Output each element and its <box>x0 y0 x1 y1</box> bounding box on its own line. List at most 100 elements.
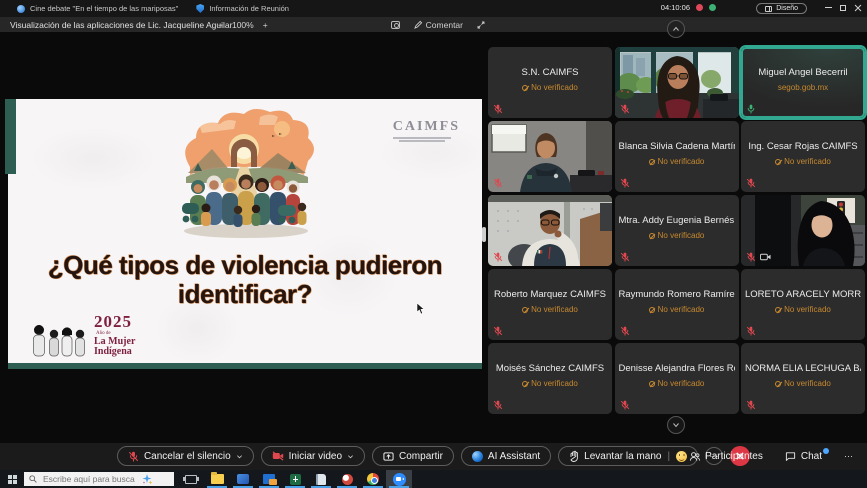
zoom-app-icon <box>393 473 406 486</box>
participant-tile[interactable]: S.N. CAIMFS No verificado <box>488 47 612 118</box>
participant-tile[interactable]: Moisés Sánchez CAIMFSNo verificado <box>488 343 612 414</box>
not-verified-icon <box>649 233 655 239</box>
participant-tile[interactable]: Miguel Angel Becerrilsegob.gob.mx <box>741 47 865 118</box>
participant-tile[interactable]: Ing. Cesar Rojas CAIMFS No verificado <box>741 121 865 192</box>
mic-muted-icon <box>746 252 756 262</box>
meeting-status-indicators: 04:10:06 <box>661 3 716 12</box>
chevron-down-icon <box>672 421 680 429</box>
participant-tile[interactable]: Roberto Marquez CAIMFSNo verificado <box>488 269 612 340</box>
mic-muted-icon <box>493 178 503 188</box>
participant-name: Mtra. Addy Eugenia Bernés ... <box>619 215 735 226</box>
close-button[interactable] <box>851 0 865 15</box>
participant-tile[interactable] <box>488 121 612 192</box>
raise-hand-button[interactable]: Levantar la mano | <box>558 446 698 466</box>
start-button[interactable] <box>0 470 24 488</box>
participant-status: No verificado <box>492 83 608 92</box>
participant-name: Ing. Cesar Rojas CAIMFS <box>745 141 861 152</box>
chrome-icon <box>367 473 379 485</box>
participant-tile[interactable]: LORETO ARACELY MORRIS ...No verificado <box>741 269 865 340</box>
folder-icon <box>211 474 224 484</box>
participant-name: S.N. CAIMFS <box>492 67 608 78</box>
participant-status: No verificado <box>619 157 735 166</box>
ai-assistant-button[interactable]: AI Assistant <box>461 446 551 466</box>
mic-muted-icon <box>746 178 756 188</box>
outlook-button[interactable] <box>256 470 282 488</box>
zoom-out-button[interactable]: − <box>218 20 223 30</box>
maximize-button[interactable] <box>836 0 850 15</box>
notes-app-button[interactable] <box>308 470 334 488</box>
shared-slide: CAIMFS <box>8 99 482 369</box>
slide-title: ¿Qué tipos de violencia pudieron identif… <box>8 251 482 309</box>
windows-taskbar: 02:34 p. m. 05/12/2025 21 <box>0 470 867 488</box>
design-view-button[interactable]: Diseño <box>756 3 807 14</box>
app-red-button[interactable] <box>334 470 360 488</box>
participant-tile[interactable] <box>488 195 612 266</box>
fullscreen-icon[interactable] <box>477 21 485 29</box>
participant-tile[interactable] <box>615 47 739 118</box>
search-input[interactable] <box>41 473 137 485</box>
participant-tile[interactable]: Raymundo Romero Ramírez...No verificado <box>615 269 739 340</box>
mic-muted-icon <box>620 178 630 188</box>
participant-name: Blanca Silvia Cadena Martíne... <box>619 141 735 152</box>
participants-button[interactable]: Participantes <box>689 451 763 462</box>
connection-indicator-icon <box>709 4 716 11</box>
annotate-button[interactable]: Comentar <box>414 20 463 30</box>
ai-assistant-icon <box>472 451 483 462</box>
participants-icon <box>689 451 700 462</box>
panel-scrollbar[interactable] <box>482 227 486 242</box>
not-verified-icon <box>522 381 528 387</box>
meeting-info-tab[interactable]: Información de Reunión <box>209 4 289 13</box>
participant-tile[interactable]: Blanca Silvia Cadena Martíne... No verifi… <box>615 121 739 192</box>
excel-button[interactable] <box>282 470 308 488</box>
chrome-button[interactable] <box>360 470 386 488</box>
participants-grid: S.N. CAIMFS No verificado Miguel Angel Be… <box>488 47 865 414</box>
participant-tile[interactable] <box>741 195 865 266</box>
slide-illustration <box>160 105 328 255</box>
zoom-in-button[interactable]: + <box>263 20 268 30</box>
toolbar-more-button[interactable]: ⋯ <box>844 451 853 462</box>
mic-muted-icon <box>493 400 503 410</box>
not-verified-icon <box>775 381 781 387</box>
chevron-down-icon[interactable] <box>347 453 354 460</box>
meeting-window: Cine debate "En el tiempo de las maripos… <box>0 0 867 488</box>
task-view-button[interactable] <box>178 470 204 488</box>
participant-tile[interactable]: NORMA ELIA LECHUGA BAS...No verificado <box>741 343 865 414</box>
annotate-label: Comentar <box>426 20 463 30</box>
not-verified-icon <box>649 381 655 387</box>
not-verified-icon <box>649 159 655 165</box>
slide-title-line2: identificar? <box>8 280 482 309</box>
app-blue-button[interactable] <box>230 470 256 488</box>
webcam-video <box>615 47 739 118</box>
mic-muted-icon <box>746 400 756 410</box>
participant-tile[interactable]: Mtra. Addy Eugenia Bernés ...No verifica… <box>615 195 739 266</box>
participant-name: LORETO ARACELY MORRIS ... <box>745 289 861 300</box>
chevron-down-icon[interactable] <box>236 453 243 460</box>
file-explorer-button[interactable] <box>204 470 230 488</box>
collapse-videos-button[interactable] <box>667 20 685 38</box>
slide-title-line1: ¿Qué tipos de violencia pudieron <box>8 251 482 280</box>
mic-muted-icon <box>620 400 630 410</box>
chat-button[interactable]: Chat <box>785 451 822 462</box>
chat-icon <box>785 451 796 462</box>
mic-muted-icon <box>620 252 630 262</box>
red-app-icon <box>342 474 353 485</box>
caimfs-logo: CAIMFS <box>393 119 460 142</box>
camera-off-icon <box>272 451 284 461</box>
more-participants-button[interactable] <box>667 416 685 434</box>
unmute-button[interactable]: Cancelar el silencio <box>117 446 254 466</box>
meeting-title[interactable]: Cine debate "En el tiempo de las maripos… <box>30 4 178 13</box>
participant-status: No verificado <box>745 157 861 166</box>
meeting-info-shield-icon <box>196 4 204 13</box>
zoom-controls: − 100% + <box>218 17 268 32</box>
capture-icon[interactable] <box>391 21 400 29</box>
taskbar-search[interactable] <box>24 472 174 486</box>
start-video-button[interactable]: Iniciar video <box>261 446 365 466</box>
reactions-emoji-icon[interactable] <box>676 451 687 462</box>
not-verified-icon <box>775 159 781 165</box>
minimize-button[interactable] <box>821 0 835 15</box>
slide-accent-bar-bottom <box>8 363 482 369</box>
participant-tile[interactable]: Denisse Alejandra Flores Ros...No verifi… <box>615 343 739 414</box>
share-screen-button[interactable]: Compartir <box>372 446 454 466</box>
zoom-app-button[interactable] <box>386 470 412 488</box>
share-header-bar: Visualización de las aplicaciones de Lic… <box>0 17 867 32</box>
